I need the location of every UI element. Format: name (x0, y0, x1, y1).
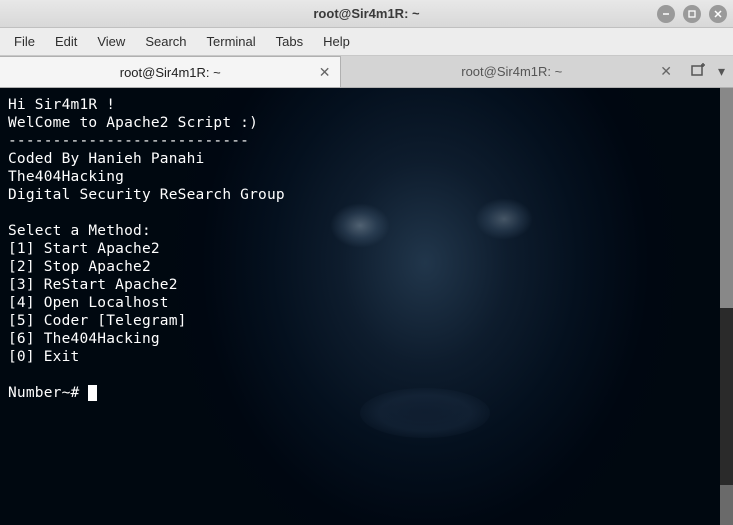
menubar: File Edit View Search Terminal Tabs Help (0, 28, 733, 56)
terminal-viewport[interactable]: Hi Sir4m1R ! WelCome to Apache2 Script :… (0, 88, 733, 525)
tab-close-icon[interactable]: ✕ (319, 64, 331, 81)
scrollbar[interactable] (720, 88, 733, 525)
menu-terminal[interactable]: Terminal (197, 30, 266, 53)
tab-label: root@Sir4m1R: ~ (461, 64, 562, 79)
window-title: root@Sir4m1R: ~ (313, 6, 419, 21)
tab-menu-dropdown-icon[interactable]: ▾ (718, 63, 725, 80)
menu-file[interactable]: File (4, 30, 45, 53)
terminal-output: Hi Sir4m1R ! WelCome to Apache2 Script :… (0, 88, 733, 525)
scrollbar-thumb[interactable] (720, 88, 733, 308)
tabbar: root@Sir4m1R: ~ ✕ root@Sir4m1R: ~ ✕ ▾ (0, 56, 733, 88)
menu-tabs[interactable]: Tabs (266, 30, 313, 53)
tab-label: root@Sir4m1R: ~ (120, 65, 221, 80)
tab-actions: ▾ (682, 56, 733, 87)
new-tab-icon[interactable] (690, 62, 706, 81)
window-titlebar: root@Sir4m1R: ~ (0, 0, 733, 28)
terminal-tab-1[interactable]: root@Sir4m1R: ~ ✕ (0, 56, 341, 87)
terminal-cursor (88, 385, 97, 401)
menu-search[interactable]: Search (135, 30, 196, 53)
minimize-button[interactable] (657, 5, 675, 23)
terminal-tab-2[interactable]: root@Sir4m1R: ~ ✕ (341, 56, 681, 87)
tab-close-icon[interactable]: ✕ (660, 63, 672, 80)
menu-view[interactable]: View (87, 30, 135, 53)
close-button[interactable] (709, 5, 727, 23)
window-controls (657, 5, 727, 23)
maximize-button[interactable] (683, 5, 701, 23)
menu-edit[interactable]: Edit (45, 30, 87, 53)
scrollbar-thumb[interactable] (720, 485, 733, 525)
menu-help[interactable]: Help (313, 30, 360, 53)
